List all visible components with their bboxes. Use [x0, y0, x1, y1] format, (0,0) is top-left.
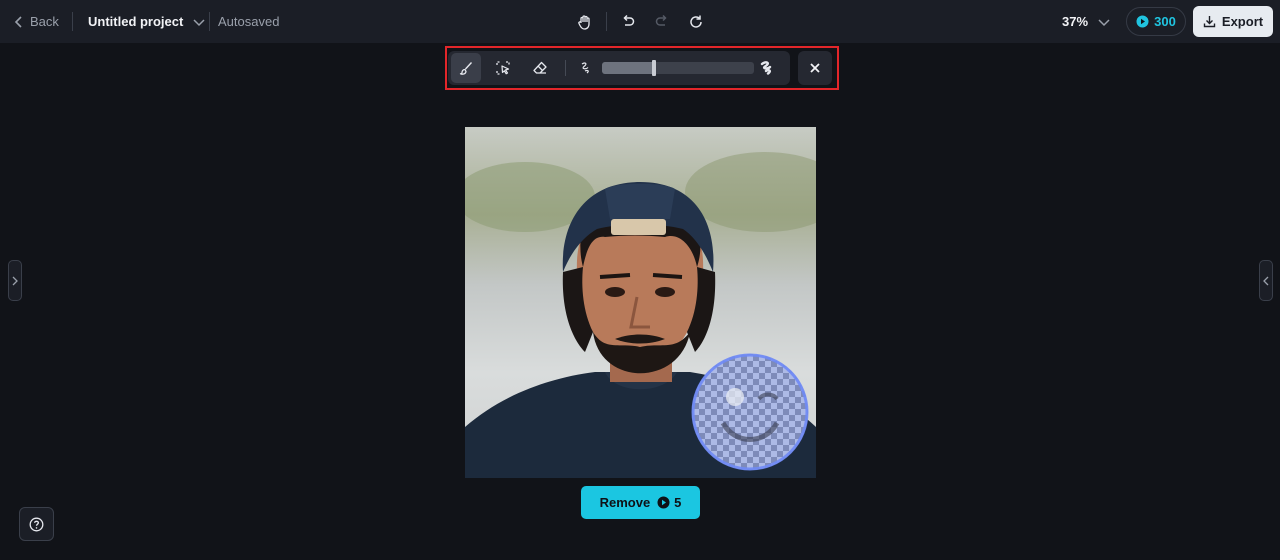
remove-cost: 5	[674, 495, 682, 510]
brush-tool-button[interactable]	[451, 53, 481, 83]
divider	[606, 12, 607, 31]
credit-coin-icon	[1136, 15, 1149, 28]
brush-size-thumb[interactable]	[651, 60, 656, 76]
back-button[interactable]: Back	[14, 0, 59, 43]
eraser-tool-button[interactable]	[525, 53, 555, 83]
credits-badge[interactable]: 300	[1126, 7, 1186, 36]
brush-size-increase-button[interactable]	[752, 53, 782, 83]
divider	[209, 12, 210, 31]
chevron-left-icon	[14, 15, 22, 28]
chevron-left-icon	[1263, 276, 1269, 285]
zoom-menu[interactable]: 37%	[1062, 0, 1110, 43]
refresh-icon	[690, 15, 702, 28]
help-icon	[29, 517, 44, 531]
undo-icon	[623, 14, 635, 26]
close-icon	[810, 63, 820, 73]
credits-count: 300	[1154, 14, 1176, 29]
download-icon	[1203, 16, 1216, 28]
zoom-level: 37%	[1062, 14, 1089, 29]
brush-mask-stroke	[691, 353, 809, 471]
divider	[72, 12, 73, 31]
hand-pan-icon	[578, 15, 590, 30]
brush-size-fill	[602, 62, 654, 74]
chevron-down-icon	[1098, 18, 1110, 26]
portrait-photo	[465, 127, 816, 478]
canvas-image[interactable]	[465, 127, 816, 478]
toolbar-divider	[565, 60, 566, 76]
back-label: Back	[30, 14, 59, 29]
undo-button[interactable]	[615, 9, 641, 35]
brush-size-small-icon	[581, 62, 589, 74]
close-toolbar-button[interactable]	[798, 51, 832, 85]
brush-toolbar	[448, 51, 790, 85]
smart-select-icon	[496, 61, 510, 75]
project-title-menu[interactable]: Untitled project	[88, 0, 205, 43]
credit-coin-icon	[657, 496, 670, 509]
chevron-down-icon	[193, 18, 205, 26]
brush-size-decrease-button[interactable]	[572, 53, 600, 83]
brush-size-large-icon	[760, 61, 772, 75]
project-title: Untitled project	[88, 14, 184, 29]
redo-icon	[655, 14, 667, 26]
brush-icon	[459, 62, 473, 75]
chevron-right-icon	[12, 276, 18, 285]
export-button[interactable]: Export	[1193, 6, 1273, 37]
help-button[interactable]	[19, 507, 54, 541]
left-panel-toggle[interactable]	[8, 260, 22, 301]
autosave-status: Autosaved	[218, 14, 280, 29]
export-label: Export	[1221, 14, 1264, 29]
refresh-button[interactable]	[683, 9, 709, 35]
smart-select-tool-button[interactable]	[488, 53, 518, 83]
redo-button[interactable]	[649, 9, 675, 35]
right-panel-toggle[interactable]	[1259, 260, 1273, 301]
eraser-icon	[533, 61, 547, 74]
hand-pan-button[interactable]	[572, 9, 598, 35]
brush-size-slider[interactable]	[602, 60, 754, 76]
remove-button[interactable]: Remove 5	[581, 486, 700, 519]
remove-label: Remove	[599, 495, 651, 510]
top-bar: Back Untitled project Autosaved 37% 300 …	[0, 0, 1280, 43]
